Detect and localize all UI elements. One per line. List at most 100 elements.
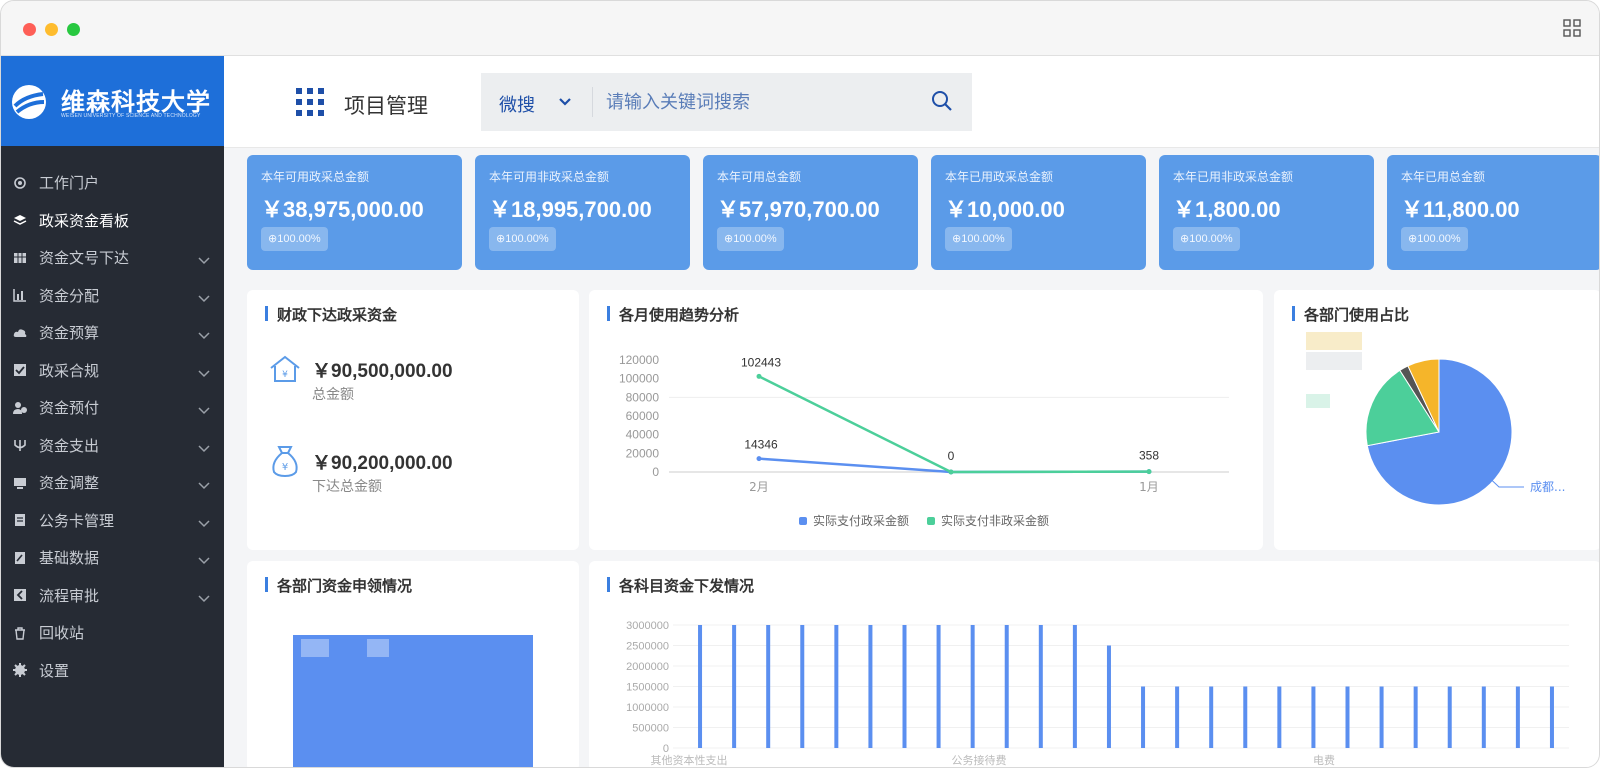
stat-card-label: 本年已用总金额 [1401,170,1486,184]
gear-icon [13,663,27,678]
chevron-down-icon[interactable] [198,365,210,377]
stat-card-label: 本年可用总金额 [717,170,802,184]
sidebar-item[interactable]: 工作门户 [1,164,224,202]
blurred-label [301,639,329,657]
chevron-down-icon[interactable] [198,402,210,415]
bar[interactable] [1141,686,1146,749]
subject-panel: 各科目资金下发情况 3000000 2500000 2000000 1500000 10… [589,561,1599,767]
bar[interactable] [766,625,771,748]
bar[interactable] [902,625,907,748]
stat-card[interactable]: 本年已用非政采总金额 ￥1,800.00 ⊕100.00% [1159,155,1374,270]
sidebar-item-label: 资金预付 [39,400,100,418]
search-input[interactable] [606,89,906,115]
sidebar-item[interactable]: 资金预付 [1,389,224,427]
trend-line-chart: 120000 100000 80000 60000 40000 20000 0 2月 1月 102… [619,353,1229,528]
sidebar-item-label: 政采资金看板 [39,212,130,230]
sidebar-item[interactable]: 基础数据 [1,539,224,577]
bar[interactable] [1447,686,1452,749]
chevron-down-icon[interactable] [198,515,210,527]
sidebar-item[interactable]: 设置 [1,652,224,690]
bar[interactable] [1038,625,1043,748]
bar[interactable] [1379,686,1384,749]
sidebar-item[interactable]: 资金支出 [1,427,224,465]
bar[interactable] [1311,686,1316,749]
data-point[interactable] [756,456,762,462]
sidebar-item[interactable]: 资金调整 [1,464,224,502]
x-tick-label: 其他资本性支出 [651,753,728,767]
data-label: 358 [1139,449,1159,463]
y-tick-label: 500000 [632,723,669,735]
legend-label: 实际支付非政采金额 [941,513,1049,528]
sidebar-item[interactable]: 回收站 [1,614,224,652]
svg-text:¥: ¥ [282,370,288,380]
minimize-window-button[interactable] [45,23,58,36]
stat-card[interactable]: 本年已用总金额 ￥11,800.00 ⊕100.00% [1387,155,1599,270]
trash-icon [13,626,27,640]
bar[interactable] [868,625,873,748]
maximize-window-button[interactable] [67,23,80,36]
logo-area[interactable]: 维森科技大学 WEISEN UNIVERSITY OF SCIENCE AND … [1,56,224,146]
bar[interactable] [1106,645,1111,749]
search-bar: 微搜 [481,73,972,131]
data-point[interactable] [756,373,762,379]
bar[interactable] [1243,686,1248,749]
chevron-down-icon[interactable] [558,96,572,108]
close-window-button[interactable] [23,23,36,36]
bar[interactable] [1515,686,1520,749]
back-square-icon [13,588,27,602]
bar[interactable] [936,625,941,748]
fund-issued-label: 下达总金额 [312,478,382,494]
apps-grid-icon[interactable] [296,88,324,116]
search-icon[interactable] [931,90,953,112]
fund-panel-title: 财政下达政采资金 [265,304,397,325]
y-tick-label: 3000000 [626,620,669,632]
header: 项目管理 微搜 [224,56,1599,148]
bar[interactable] [1072,625,1077,748]
search-divider [592,87,593,117]
chevron-down-icon[interactable] [198,290,210,302]
data-point[interactable] [1146,469,1152,475]
bar[interactable] [1004,625,1009,748]
fund-total-label: 总金额 [312,386,354,402]
sidebar-item[interactable]: 资金分配 [1,277,224,315]
bar[interactable] [732,625,737,748]
search-type-select[interactable]: 微搜 [499,91,535,117]
chevron-down-icon[interactable] [198,327,210,340]
bar[interactable] [1345,686,1350,749]
sidebar-item[interactable]: 公务卡管理 [1,502,224,540]
bar[interactable] [834,625,839,748]
blurred-label [1306,332,1362,350]
bar[interactable] [1549,686,1554,749]
chevron-down-icon[interactable] [198,252,210,265]
bar[interactable] [1277,686,1282,749]
stat-card[interactable]: 本年可用总金额 ￥57,970,700.00 ⊕100.00% [703,155,918,270]
bar[interactable] [1209,686,1214,749]
stat-card[interactable]: 本年可用政采总金额 ￥38,975,000.00 ⊕100.00% [247,155,462,270]
data-point[interactable] [948,469,954,475]
sidebar-item[interactable]: 政采资金看板 [1,202,224,240]
sidebar-item[interactable]: 流程审批 [1,577,224,615]
grid-icon[interactable] [1563,19,1581,37]
chevron-down-icon[interactable] [198,440,210,452]
chevron-down-icon[interactable] [198,477,210,490]
bar[interactable] [1175,686,1180,749]
sidebar-item-label: 设置 [39,662,70,680]
sidebar-item[interactable]: 资金预算 [1,314,224,352]
logo-subtitle: WEISEN UNIVERSITY OF SCIENCE AND TECHNOL… [61,113,201,119]
stat-card[interactable]: 本年可用非政采总金额 ￥18,995,700.00 ⊕100.00% [475,155,690,270]
sidebar-item[interactable]: 资金文号下达 [1,239,224,277]
chevron-down-icon[interactable] [198,552,210,565]
stat-card[interactable]: 本年已用政采总金额 ￥10,000.00 ⊕100.00% [931,155,1146,270]
bar[interactable] [1481,686,1486,749]
sidebar-item-label: 工作门户 [39,175,100,193]
stat-card-label: 本年可用非政采总金额 [489,170,610,184]
chevron-down-icon[interactable] [198,590,210,602]
bar[interactable] [1413,686,1418,749]
sidebar-item[interactable]: 政采合规 [1,352,224,390]
bar[interactable] [698,625,703,748]
bar[interactable] [970,625,975,748]
fork-icon [13,438,27,452]
bar[interactable] [800,625,805,748]
table-icon [13,251,27,265]
pie-label: 成都... [1530,480,1565,494]
